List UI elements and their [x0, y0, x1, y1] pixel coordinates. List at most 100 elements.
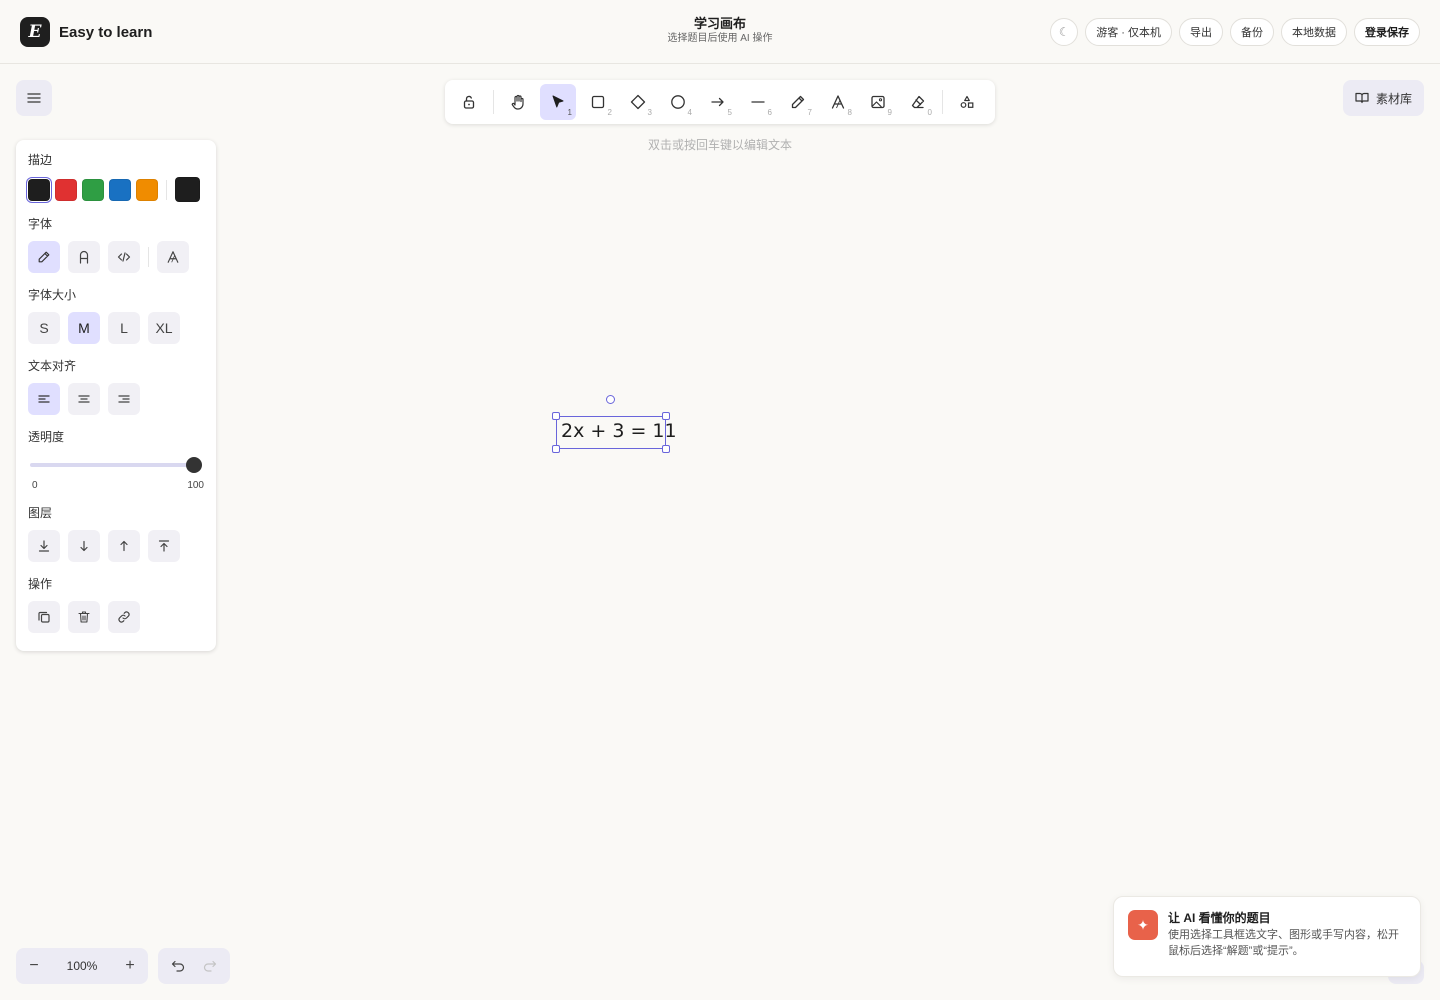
eraser-icon: [911, 95, 925, 109]
main-menu-button[interactable]: [16, 80, 52, 116]
login-save-button[interactable]: 登录保存: [1354, 18, 1420, 46]
delete-button[interactable]: [68, 601, 100, 633]
text-icon: [167, 251, 179, 263]
brand[interactable]: E Easy to learn: [20, 17, 152, 47]
opacity-min-label: 0: [32, 480, 38, 491]
tool-key: 1: [567, 108, 572, 117]
guest-mode-button[interactable]: 游客 · 仅本机: [1085, 18, 1172, 46]
local-data-button[interactable]: 本地数据: [1281, 18, 1347, 46]
zoom-out-button[interactable]: −: [22, 954, 46, 978]
selected-text-element[interactable]: 2x + 3 = 11: [552, 412, 677, 453]
link-button[interactable]: [108, 601, 140, 633]
zoom-in-button[interactable]: +: [118, 954, 142, 978]
undo-button[interactable]: [166, 954, 190, 978]
stroke-swatch-green[interactable]: [82, 178, 104, 201]
send-backward-button[interactable]: [68, 530, 100, 562]
actions-title: 操作: [28, 577, 53, 591]
opacity-title: 透明度: [28, 430, 65, 444]
tool-selection[interactable]: 1: [540, 84, 576, 120]
font-size-m-button[interactable]: M: [68, 312, 100, 344]
tool-key: 0: [927, 108, 932, 117]
font-handdrawn-button[interactable]: [28, 241, 60, 273]
arrow-icon: [711, 97, 724, 107]
history-controls: [158, 948, 230, 984]
send-to-back-button[interactable]: [28, 530, 60, 562]
font-size-l-button[interactable]: L: [108, 312, 140, 344]
theme-toggle-button[interactable]: ☾: [1050, 18, 1079, 46]
stroke-swatch-blue[interactable]: [109, 178, 131, 201]
tool-lock[interactable]: [451, 84, 487, 120]
stroke-swatch-black[interactable]: [28, 178, 50, 201]
tool-key: 5: [727, 108, 732, 117]
resize-handle-nw[interactable]: [552, 412, 560, 420]
tool-eraser[interactable]: 0: [900, 84, 936, 120]
font-more-button[interactable]: [157, 241, 189, 273]
font-size-xl-button[interactable]: XL: [148, 312, 180, 344]
pencil-icon: [791, 95, 805, 109]
align-right-icon: [118, 395, 130, 403]
library-button[interactable]: 素材库: [1343, 80, 1424, 116]
swatch-divider: [166, 179, 167, 200]
align-right-button[interactable]: [108, 383, 140, 415]
bring-to-front-icon: [158, 540, 170, 552]
resize-handle-sw[interactable]: [552, 445, 560, 453]
app-header: E Easy to learn 学习画布 选择题目后使用 AI 操作 ☾ 游客 …: [0, 0, 1440, 64]
text-align-row: [28, 383, 204, 415]
ai-tip-title: 让 AI 看懂你的题目: [1168, 911, 1271, 925]
tool-draw[interactable]: 7: [780, 84, 816, 120]
font-normal-button[interactable]: [68, 241, 100, 273]
font-title: 字体: [28, 217, 53, 231]
line-icon: [751, 101, 765, 103]
actions-row: [28, 601, 204, 633]
tool-text[interactable]: 8: [820, 84, 856, 120]
font-code-button[interactable]: [108, 241, 140, 273]
image-icon: [871, 95, 885, 109]
stroke-swatch-red[interactable]: [55, 178, 77, 201]
backup-button[interactable]: 备份: [1230, 18, 1274, 46]
export-button[interactable]: 导出: [1179, 18, 1223, 46]
font-size-title: 字体大小: [28, 288, 77, 302]
resize-handle-se[interactable]: [662, 445, 670, 453]
text-icon: [831, 95, 845, 109]
align-left-icon: [38, 395, 50, 403]
font-family-row: [28, 241, 204, 273]
arrow-up-icon: [120, 540, 128, 552]
duplicate-button[interactable]: [28, 601, 60, 633]
diamond-icon: [630, 94, 646, 110]
library-label: 素材库: [1375, 91, 1412, 106]
code-icon: [117, 252, 131, 262]
opacity-slider[interactable]: [28, 454, 204, 476]
shapes-icon: [960, 95, 974, 108]
resize-handle-ne[interactable]: [662, 412, 670, 420]
tool-line[interactable]: 6: [740, 84, 776, 120]
stroke-swatch-orange[interactable]: [136, 178, 158, 201]
current-stroke-color[interactable]: [175, 177, 200, 202]
layers-title: 图层: [28, 506, 53, 520]
bring-to-front-button[interactable]: [148, 530, 180, 562]
tool-hand[interactable]: [500, 84, 536, 120]
tool-rectangle[interactable]: 2: [580, 84, 616, 120]
tool-arrow[interactable]: 5: [700, 84, 736, 120]
tool-more-shapes[interactable]: [949, 84, 985, 120]
hamburger-icon: [27, 93, 41, 103]
opacity-slider-thumb[interactable]: [186, 457, 202, 473]
ellipse-icon: [671, 95, 685, 109]
zoom-controls: − 100% +: [16, 948, 148, 984]
align-left-button[interactable]: [28, 383, 60, 415]
zoom-level[interactable]: 100%: [67, 959, 98, 973]
tool-image[interactable]: 9: [860, 84, 896, 120]
tool-diamond[interactable]: 3: [620, 84, 656, 120]
send-to-back-icon: [38, 540, 50, 552]
font-size-s-button[interactable]: S: [28, 312, 60, 344]
redo-button[interactable]: [198, 954, 222, 978]
rotation-handle[interactable]: [606, 395, 615, 404]
font-a-icon: [79, 250, 89, 264]
align-center-button[interactable]: [68, 383, 100, 415]
bring-forward-button[interactable]: [108, 530, 140, 562]
tool-ellipse[interactable]: 4: [660, 84, 696, 120]
toolbar-divider: [493, 90, 494, 114]
equation-text[interactable]: 2x + 3 = 11: [561, 420, 677, 442]
font-size-row: S M L XL: [28, 312, 204, 344]
font-divider: [148, 247, 149, 267]
align-center-icon: [78, 395, 90, 403]
